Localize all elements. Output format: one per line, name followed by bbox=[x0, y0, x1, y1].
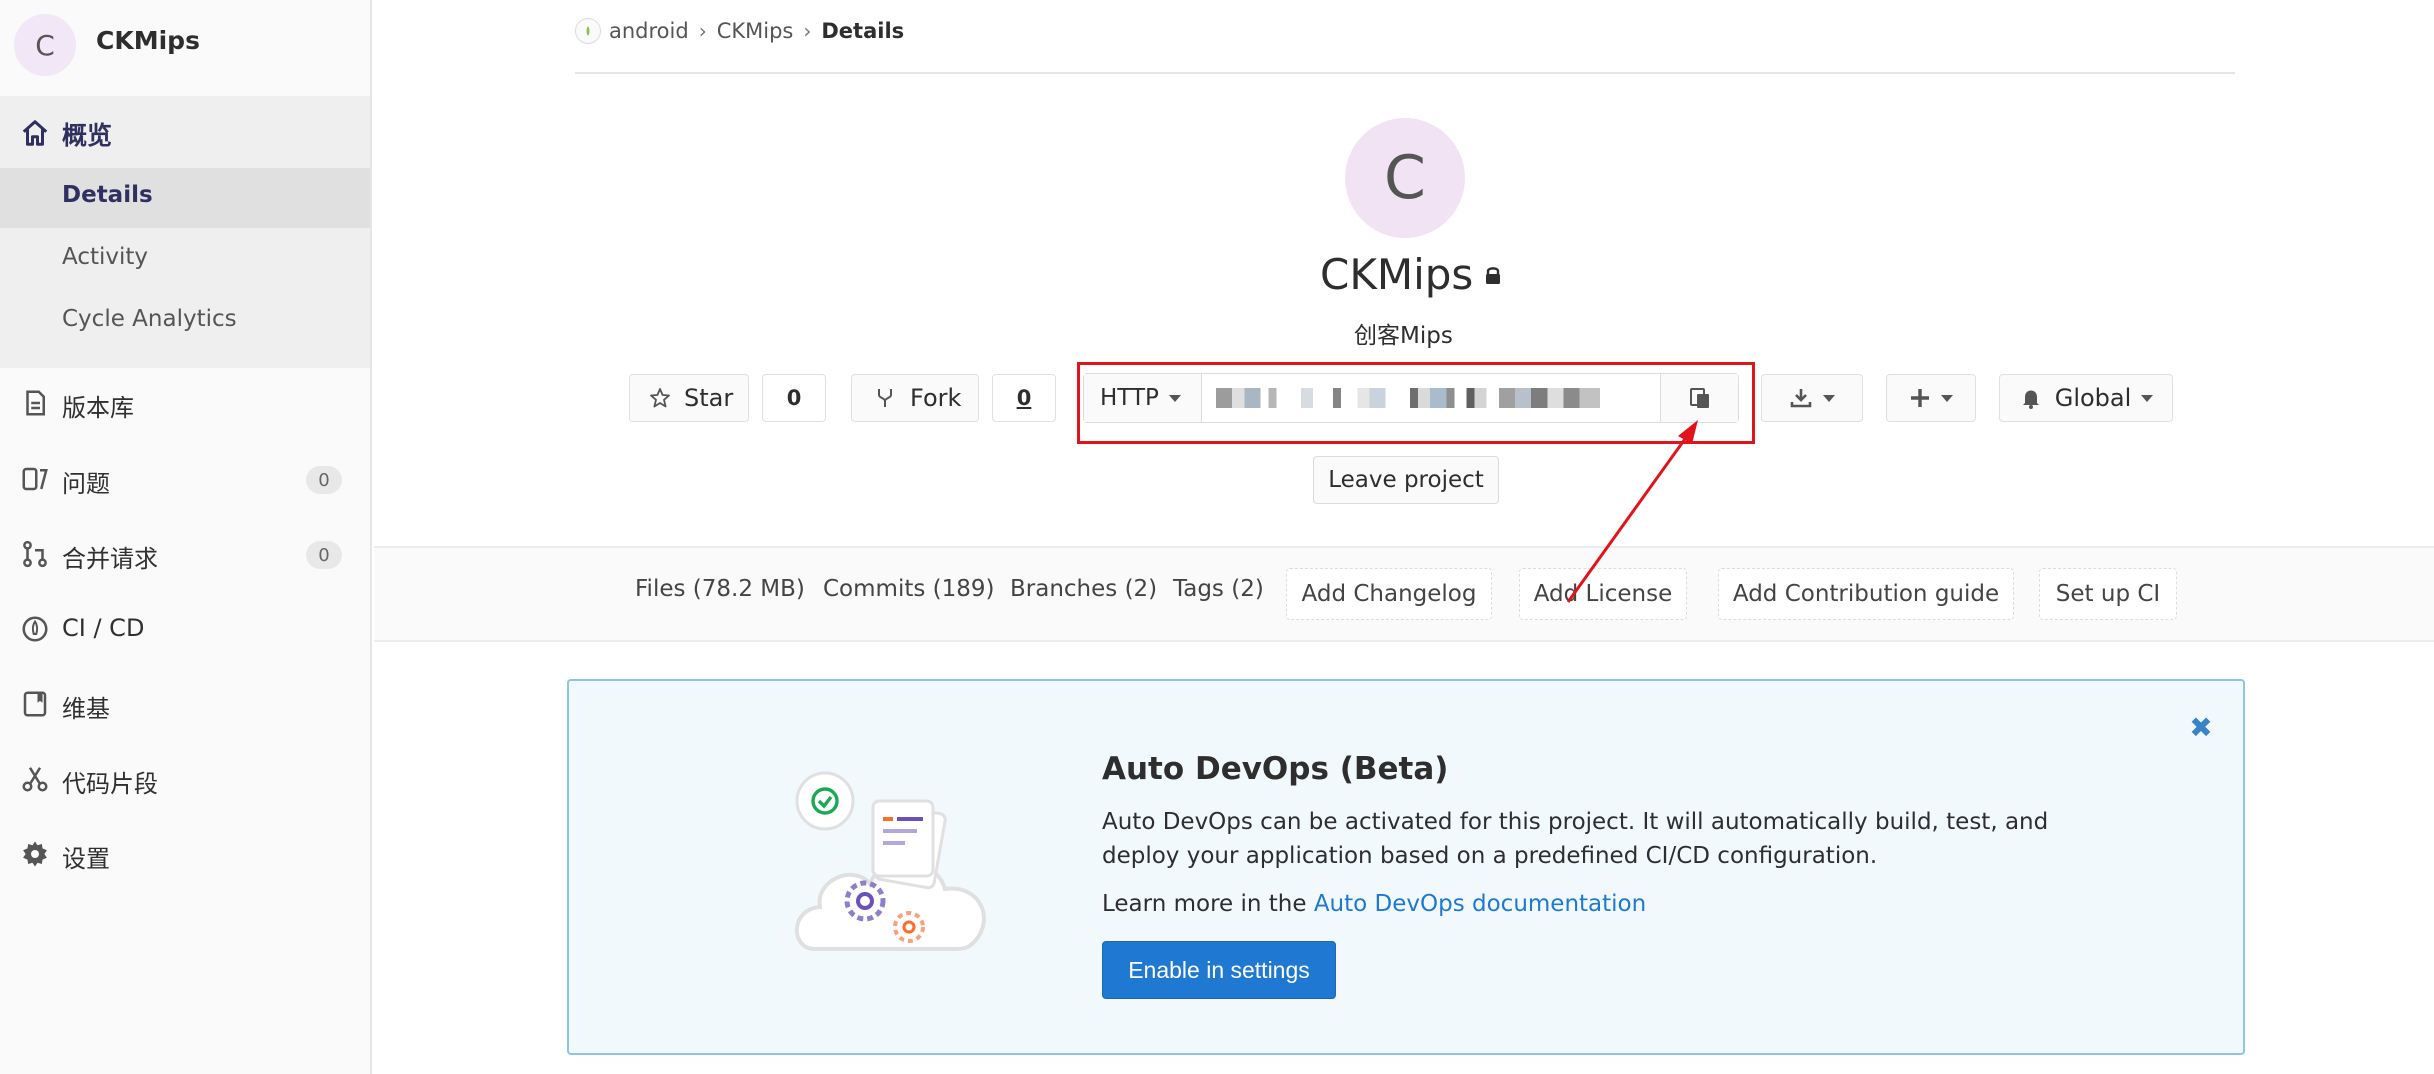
lock-icon bbox=[1486, 266, 1501, 284]
sidebar-item-ci-cd[interactable]: CI / CD bbox=[0, 598, 370, 662]
sidebar-subitem-details[interactable]: Details bbox=[0, 168, 370, 228]
chevron-down-icon bbox=[1823, 394, 1835, 402]
redacted-url bbox=[1216, 388, 1620, 408]
sidebar-item-label: 问题 bbox=[62, 470, 110, 498]
clipboard-icon bbox=[1689, 388, 1709, 408]
tags-stat-link[interactable]: Tags (2) bbox=[1173, 576, 1264, 602]
devops-description: Auto DevOps can be activated for this pr… bbox=[1102, 809, 2049, 869]
plus-icon bbox=[1911, 389, 1929, 407]
enable-in-settings-button[interactable]: Enable in settings bbox=[1102, 941, 1336, 999]
notification-label: Global bbox=[2054, 384, 2132, 412]
merge-requests-count-badge: 0 bbox=[306, 541, 342, 569]
download-icon bbox=[1790, 389, 1812, 408]
clone-url-group: HTTP bbox=[1083, 373, 1739, 423]
devops-learn-prefix: Learn more in the bbox=[1102, 891, 1307, 917]
sidebar-item-repository[interactable]: 版本库 bbox=[0, 372, 370, 436]
notification-dropdown[interactable]: Global bbox=[1999, 374, 2173, 422]
fork-count[interactable]: 0 bbox=[992, 374, 1056, 422]
add-license-button[interactable]: Add License bbox=[1519, 568, 1687, 620]
clone-protocol-label: HTTP bbox=[1100, 385, 1159, 411]
project-avatar-large: C bbox=[1345, 118, 1465, 238]
setup-ci-button[interactable]: Set up CI bbox=[2039, 568, 2177, 620]
clone-url-input[interactable] bbox=[1206, 374, 1620, 422]
gear-icon bbox=[23, 841, 47, 867]
sidebar-project-header[interactable]: C CKMips bbox=[0, 0, 370, 90]
book-icon bbox=[23, 691, 47, 717]
fork-button[interactable]: Fork bbox=[851, 374, 979, 422]
add-contribution-guide-button[interactable]: Add Contribution guide bbox=[1718, 568, 2014, 620]
sidebar-subitem-label: Activity bbox=[62, 244, 149, 270]
sidebar-item-label: CI / CD bbox=[62, 614, 145, 642]
devops-title: Auto DevOps (Beta) bbox=[1102, 751, 1449, 787]
star-count[interactable]: 0 bbox=[762, 374, 826, 422]
project-avatar: C bbox=[14, 14, 76, 76]
devops-documentation-link[interactable]: Auto DevOps documentation bbox=[1314, 891, 1646, 917]
project-title: CKMips bbox=[1320, 250, 1503, 299]
devops-cloud-gears-illustration bbox=[794, 771, 986, 951]
breadcrumb-current[interactable]: Details bbox=[821, 19, 904, 43]
chevron-down-icon bbox=[1941, 394, 1953, 402]
sidebar-subitem-activity[interactable]: Activity bbox=[0, 230, 370, 290]
files-stat-link[interactable]: Files (78.2 MB) bbox=[635, 576, 805, 602]
add-changelog-button[interactable]: Add Changelog bbox=[1286, 568, 1492, 620]
breadcrumb: android › CKMips › Details bbox=[575, 18, 904, 44]
sidebar-item-label: 设置 bbox=[62, 845, 110, 873]
sidebar-item-issues[interactable]: 问题 0 bbox=[0, 448, 370, 512]
merge-request-icon bbox=[23, 540, 47, 568]
project-stats-bar: Files (78.2 MB) Commits (189) Branches (… bbox=[374, 546, 2434, 642]
bell-icon bbox=[2022, 390, 2039, 409]
sidebar-item-merge-requests[interactable]: 合并请求 0 bbox=[0, 523, 370, 587]
star-button[interactable]: Star bbox=[629, 374, 749, 422]
sidebar-item-label: 合并请求 bbox=[62, 545, 158, 573]
commits-stat-link[interactable]: Commits (189) bbox=[823, 576, 995, 602]
project-name: CKMips bbox=[1320, 250, 1474, 299]
breadcrumb-project-link[interactable]: CKMips bbox=[717, 19, 794, 43]
leave-project-button[interactable]: Leave project bbox=[1313, 456, 1499, 504]
sidebar-subitem-label: Details bbox=[62, 182, 153, 208]
sidebar-project-name: CKMips bbox=[96, 26, 200, 55]
sidebar-item-label: 版本库 bbox=[62, 394, 134, 422]
fork-label: Fork bbox=[910, 384, 962, 412]
issues-count-badge: 0 bbox=[306, 466, 342, 494]
repository-icon bbox=[26, 390, 45, 416]
group-avatar-icon bbox=[575, 18, 601, 44]
fork-icon bbox=[878, 389, 892, 407]
sidebar-overview-section: 概览 Details Activity Cycle Analytics bbox=[0, 96, 370, 368]
chevron-down-icon bbox=[1168, 394, 1181, 402]
close-icon[interactable]: ✖ bbox=[2187, 711, 2215, 744]
issues-icon bbox=[22, 467, 48, 491]
star-icon bbox=[650, 388, 670, 408]
clone-protocol-dropdown[interactable]: HTTP bbox=[1084, 374, 1202, 422]
sidebar-item-wiki[interactable]: 维基 bbox=[0, 673, 370, 737]
auto-devops-banner: ✖ Auto DevOps (Beta) Auto DevOps can be … bbox=[567, 679, 2245, 1055]
sidebar-item-label: 概览 bbox=[62, 121, 113, 150]
chevron-right-icon: › bbox=[698, 19, 707, 43]
project-description: 创客Mips bbox=[1354, 323, 1453, 349]
sidebar-item-snippets[interactable]: 代码片段 bbox=[0, 748, 370, 812]
breadcrumb-group-link[interactable]: android bbox=[609, 19, 689, 43]
sidebar-item-label: 维基 bbox=[62, 695, 110, 723]
devops-learn-more: Learn more in the Auto DevOps documentat… bbox=[1102, 891, 1646, 917]
scissors-icon bbox=[22, 767, 48, 792]
home-icon bbox=[22, 120, 48, 146]
sidebar-item-settings[interactable]: 设置 bbox=[0, 823, 370, 887]
download-dropdown[interactable] bbox=[1761, 374, 1863, 422]
chevron-right-icon: › bbox=[803, 19, 812, 43]
breadcrumb-divider bbox=[575, 72, 2235, 74]
star-label: Star bbox=[684, 384, 734, 412]
sidebar-subitem-cycle-analytics[interactable]: Cycle Analytics bbox=[0, 292, 370, 352]
chevron-down-icon bbox=[2141, 394, 2154, 402]
sidebar-item-overview[interactable]: 概览 bbox=[0, 96, 370, 168]
rocket-icon bbox=[22, 616, 48, 642]
new-item-dropdown[interactable] bbox=[1886, 374, 1976, 422]
sidebar-item-label: 代码片段 bbox=[62, 770, 158, 798]
sidebar-subitem-label: Cycle Analytics bbox=[62, 306, 237, 332]
copy-url-button[interactable] bbox=[1660, 374, 1738, 422]
sidebar: C CKMips 概览 Details Activity Cycle Analy… bbox=[0, 0, 372, 1074]
branches-stat-link[interactable]: Branches (2) bbox=[1010, 576, 1157, 602]
